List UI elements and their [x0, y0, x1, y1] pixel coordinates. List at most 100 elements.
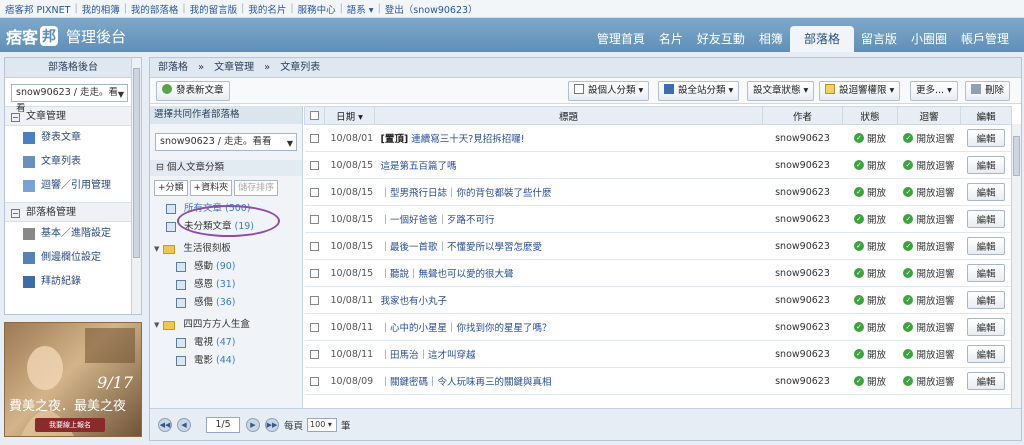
set-post-status-button[interactable]: 設文章狀態 ▾ [747, 81, 815, 101]
row-select-cell[interactable] [304, 151, 325, 179]
reply-column-header[interactable]: 迴響 [897, 106, 961, 125]
status-cell[interactable]: ✓ 開放 [842, 151, 898, 179]
sidebar-item[interactable]: 發表文章 [5, 126, 141, 150]
new-post-button[interactable]: 發表新文章 [156, 81, 230, 101]
post-title-cell[interactable]: ｜關鍵密碼｜令人玩味再三的關鍵與真相 [374, 367, 763, 395]
nav-tab[interactable]: 名片 [652, 26, 690, 52]
post-title-link[interactable]: 連續寫三十天?見招拆招囉! [408, 134, 524, 145]
select-all-header[interactable] [304, 106, 325, 125]
reply-cell[interactable]: ✓ 開放迴響 [897, 259, 961, 287]
author-column-header[interactable]: 作者 [762, 106, 843, 125]
reply-cell[interactable]: ✓ 開放迴響 [897, 232, 961, 260]
post-title-link[interactable]: ｜聽說｜無聲也可以愛的很大聲 [381, 269, 514, 280]
event-banner-ad[interactable]: 9/17 費美之夜．最美之夜 我要線上報名 [4, 322, 142, 437]
post-title-cell[interactable]: ｜最後一首歌｜不懂愛所以學習怎麼愛 [374, 232, 763, 260]
post-title-link[interactable]: 這是第五百篇了嗎 [381, 161, 457, 172]
row-select-cell[interactable] [304, 178, 325, 206]
status-cell[interactable]: ✓ 開放 [842, 259, 898, 287]
edit-button[interactable]: 編輯 [967, 156, 1005, 174]
sidebar-scrollbar[interactable] [131, 58, 141, 314]
post-title-cell[interactable]: ｜型男飛行日誌｜你的背包都裝了些什麼 [374, 178, 763, 206]
post-title-link[interactable]: ｜心中的小星星｜你找到你的星星了嗎？ [381, 323, 552, 334]
status-cell[interactable]: ✓ 開放 [842, 178, 898, 206]
row-checkbox[interactable] [310, 133, 319, 143]
post-title-link[interactable]: ｜關鍵密碼｜令人玩味再三的關鍵與真相 [381, 377, 552, 388]
category-section-header[interactable]: ⊟ 個人文章分類 [150, 160, 302, 176]
category-tree-item[interactable]: 電影 (44) [154, 352, 302, 370]
sidebar-item[interactable]: 迴響／引用管理 [5, 174, 141, 198]
category-tree-item[interactable]: ▼ 四四方方人生盒 [154, 316, 302, 334]
status-cell[interactable]: ✓ 開放 [842, 124, 898, 152]
status-cell[interactable]: ✓ 開放 [842, 232, 898, 260]
post-title-link[interactable]: ｜一個好爸爸｜歹路不可行 [381, 215, 495, 226]
top-link[interactable]: 語系 ▾ [347, 2, 374, 16]
row-checkbox[interactable] [310, 295, 319, 305]
post-title-cell[interactable]: ｜聽說｜無聲也可以愛的很大聲 [374, 259, 763, 287]
pixnet-logo[interactable]: 痞客 邦 管理後台 [6, 24, 126, 48]
post-title-cell[interactable]: ｜心中的小星星｜你找到你的星星了嗎？ [374, 313, 763, 341]
row-checkbox[interactable] [310, 160, 319, 170]
more-actions-button[interactable]: 更多... ▾ [910, 81, 958, 101]
reply-cell[interactable]: ✓ 開放迴響 [897, 340, 961, 368]
row-checkbox[interactable] [310, 322, 319, 332]
top-link[interactable]: 登出（snow90623） [385, 2, 478, 16]
row-select-cell[interactable] [304, 286, 325, 314]
category-tree-item[interactable]: 感動 (90) [154, 258, 302, 276]
category-tree-item[interactable]: ▼ 生活很刻板 [154, 240, 302, 258]
register-online-button[interactable]: 我要線上報名 [35, 418, 105, 432]
post-title-link[interactable]: ｜最後一首歌｜不懂愛所以學習怎麼愛 [381, 242, 543, 253]
row-select-cell[interactable] [304, 259, 325, 287]
post-title-cell[interactable]: 這是第五百篇了嗎 [374, 151, 763, 179]
row-checkbox[interactable] [310, 214, 319, 224]
nav-tab[interactable]: 好友互動 [690, 26, 752, 52]
top-link[interactable]: 痞客邦 PIXNET [5, 2, 70, 16]
reply-cell[interactable]: ✓ 開放迴響 [897, 124, 961, 152]
nav-tab[interactable]: 相簿 [752, 26, 790, 52]
scrollbar-thumb[interactable] [133, 68, 140, 258]
row-checkbox[interactable] [310, 349, 319, 359]
next-page-icon[interactable]: ▶ [246, 417, 260, 432]
nav-tab[interactable]: 小圈圈 [904, 26, 954, 52]
scrollbar-thumb[interactable] [1013, 136, 1020, 176]
set-site-category-button[interactable]: 設全站分類 ▾ [658, 81, 740, 101]
set-reply-permission-button[interactable]: 設迴響權限 ▾ [819, 81, 901, 101]
coauthor-blog-select[interactable]: snow90623 / 走走。看看 ▼ [155, 133, 297, 151]
post-title-link[interactable]: ｜型男飛行日誌｜你的背包都裝了些什麼 [381, 188, 552, 199]
top-link[interactable]: 我的留言版 [190, 2, 238, 16]
row-checkbox[interactable] [310, 187, 319, 197]
row-checkbox[interactable] [310, 268, 319, 278]
nav-tab[interactable]: 留言版 [854, 26, 904, 52]
sidebar-section-header[interactable]: − 部落格管理 [5, 202, 141, 222]
status-cell[interactable]: ✓ 開放 [842, 286, 898, 314]
reply-cell[interactable]: ✓ 開放迴響 [897, 151, 961, 179]
row-select-cell[interactable] [304, 232, 325, 260]
row-checkbox[interactable] [310, 376, 319, 386]
edit-button[interactable]: 編輯 [967, 264, 1005, 282]
reply-cell[interactable]: ✓ 開放迴響 [897, 286, 961, 314]
sidebar-item[interactable]: 文章列表 [5, 150, 141, 174]
edit-button[interactable]: 編輯 [967, 372, 1005, 390]
status-column-header[interactable]: 狀態 [842, 106, 898, 125]
category-action-button[interactable]: 儲存排序 [234, 180, 279, 196]
edit-button[interactable]: 編輯 [967, 129, 1005, 147]
row-select-cell[interactable] [304, 124, 325, 152]
delete-button[interactable]: 刪除 [965, 81, 1011, 101]
post-title-link[interactable]: 我家也有小丸子 [381, 296, 448, 307]
select-all-checkbox[interactable] [310, 111, 319, 120]
page-input[interactable]: 1/5 [206, 416, 240, 433]
edit-button[interactable]: 編輯 [967, 210, 1005, 228]
row-select-cell[interactable] [304, 205, 325, 233]
top-link[interactable]: 我的相簿 [82, 2, 120, 16]
prev-page-icon[interactable]: ◀ [177, 417, 191, 432]
nav-tab[interactable]: 部落格 [789, 26, 854, 52]
reply-cell[interactable]: ✓ 開放迴響 [897, 367, 961, 395]
edit-button[interactable]: 編輯 [967, 237, 1005, 255]
last-page-icon[interactable]: ▶▶ [265, 417, 279, 432]
reply-cell[interactable]: ✓ 開放迴響 [897, 313, 961, 341]
sidebar-item[interactable]: 拜訪紀錄 [5, 270, 141, 294]
top-link[interactable]: 我的部落格 [131, 2, 179, 16]
post-title-cell[interactable]: ｜田馬治｜這才叫穿越 [374, 340, 763, 368]
status-cell[interactable]: ✓ 開放 [842, 340, 898, 368]
category-tree-item[interactable]: 感傷 (36) [154, 294, 302, 312]
sidebar-item[interactable]: 基本／進階設定 [5, 222, 141, 246]
